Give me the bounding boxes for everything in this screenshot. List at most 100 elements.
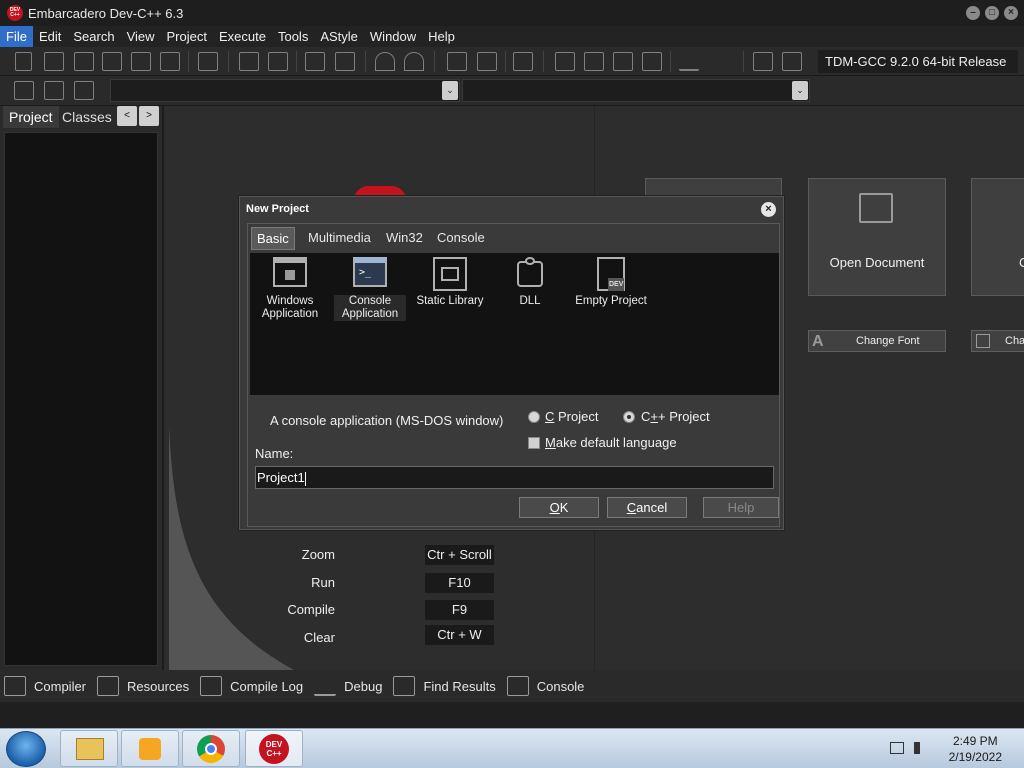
template-label: DLL [519,295,541,307]
menu-help[interactable]: Help [422,26,461,47]
stop-execution-icon[interactable] [716,52,736,71]
compile-run-icon[interactable] [613,52,633,71]
unindent-icon[interactable] [335,52,355,71]
dialog-close-button[interactable]: × [761,202,776,217]
tab-multimedia[interactable]: Multimedia [303,227,376,249]
menu-view[interactable]: View [121,26,161,47]
panel-prev-button[interactable]: < [117,106,137,126]
template-static-library[interactable]: Static Library [414,257,486,308]
template-empty-project[interactable]: DEV Empty Project [574,257,648,308]
taskbar-devcpp[interactable]: DEV C++ [245,730,303,767]
save-icon[interactable] [74,52,94,71]
tab-compile-log[interactable]: Compile Log [196,670,310,702]
close-window-button[interactable]: × [1004,6,1018,20]
taskbar-chrome[interactable] [182,730,240,767]
class-combo[interactable]: ⌄ [110,79,460,102]
maximize-button[interactable]: □ [985,6,999,20]
toggle-bookmark-icon[interactable] [44,81,64,100]
template-windows-application[interactable]: Windows Application [254,257,326,321]
panel-next-button[interactable]: > [139,106,159,126]
change-theme-button[interactable]: Cha [971,330,1024,352]
new-project-icon[interactable] [447,52,467,71]
menu-file[interactable]: File [0,26,33,47]
run-icon[interactable] [584,52,604,71]
comment-icon[interactable] [513,52,533,71]
project-name-input[interactable]: Project1 [255,466,774,489]
cpp-project-radio[interactable] [623,411,635,423]
profile-chart-icon[interactable] [753,52,773,71]
cut-off-card[interactable]: C [971,178,1024,296]
menu-execute[interactable]: Execute [213,26,272,47]
menu-window[interactable]: Window [364,26,422,47]
open-document-card[interactable]: Open Document [808,178,946,296]
cpp-project-label[interactable]: C++ Project [641,409,710,424]
menu-astyle[interactable]: AStyle [314,26,364,47]
tab-classes[interactable]: Classes [56,106,118,128]
menu-search[interactable]: Search [67,26,120,47]
template-console-application[interactable]: >_ Console Application [334,257,406,321]
make-default-label[interactable]: Make default language [545,435,677,450]
start-button[interactable] [6,731,46,767]
c-project-radio[interactable] [528,411,540,423]
dialog-title: New Project [246,203,309,215]
chevron-down-icon[interactable]: ⌄ [792,81,808,100]
network-icon[interactable] [890,742,904,754]
media-player-icon [139,738,161,760]
minimize-button[interactable]: – [966,6,980,20]
close-file-icon[interactable] [131,52,151,71]
tab-find-results[interactable]: Find Results [389,670,502,702]
template-dll[interactable]: DLL [494,257,566,308]
tab-basic[interactable]: Basic [251,227,295,250]
new-file-icon[interactable] [15,52,32,71]
compiler-selector[interactable]: TDM-GCC 9.2.0 64-bit Release [818,50,1018,73]
compile-icon[interactable] [555,52,575,71]
make-default-checkbox[interactable] [528,437,540,449]
save-all-icon[interactable] [102,52,122,71]
menu-tools[interactable]: Tools [272,26,314,47]
tab-compiler[interactable]: Compiler [0,670,93,702]
taskbar-clock[interactable]: 2:49 PM 2/19/2022 [949,733,1002,765]
undo-icon[interactable] [375,52,395,71]
window-title: Embarcadero Dev-C++ 6.3 [28,5,184,21]
ok-button[interactable]: OK [519,497,599,518]
tab-project[interactable]: Project [3,106,59,128]
menu-edit[interactable]: Edit [33,26,67,47]
menu-project[interactable]: Project [161,26,213,47]
project-tree[interactable] [4,132,158,666]
change-font-button[interactable]: A Change Font [808,330,946,352]
open-folder-icon[interactable] [44,52,64,71]
template-label-line1: Console [348,295,392,307]
print-icon[interactable] [198,52,218,71]
tab-debug[interactable]: Debug [310,670,389,702]
taskbar-media-player[interactable] [121,730,179,767]
shortcut-key-compile: F9 [425,600,494,620]
resources-icon [97,676,120,696]
help-button[interactable]: Help [703,497,779,518]
new-project-card[interactable] [645,178,782,198]
goto-bookmark-icon[interactable] [74,81,94,100]
indent-icon[interactable] [305,52,325,71]
tab-console[interactable]: Console [432,227,490,249]
console-icon [506,676,529,696]
template-label-line1: Windows [266,295,314,307]
chevron-down-icon[interactable]: ⌄ [442,81,458,100]
volume-icon[interactable] [914,742,928,754]
replace-icon[interactable] [268,52,288,71]
find-icon[interactable] [239,52,259,71]
check-syntax-icon[interactable] [679,52,699,71]
remove-from-project-icon[interactable] [477,52,497,71]
insert-icon[interactable] [14,81,34,100]
bottom-tabs: Compiler Resources Compile Log Debug Fin… [0,670,1024,702]
taskbar-explorer[interactable] [60,730,118,767]
name-label: Name: [255,446,294,461]
member-combo[interactable]: ⌄ [462,79,810,102]
close-all-icon[interactable] [160,52,180,71]
redo-icon[interactable] [404,52,424,71]
c-project-label[interactable]: C Project [545,409,598,424]
tab-resources[interactable]: Resources [93,670,196,702]
rebuild-all-icon[interactable] [642,52,662,71]
delete-profile-icon[interactable] [782,52,802,71]
tab-win32[interactable]: Win32 [381,227,428,249]
tab-console[interactable]: Console [503,670,592,702]
cancel-button[interactable]: Cancel [607,497,687,518]
